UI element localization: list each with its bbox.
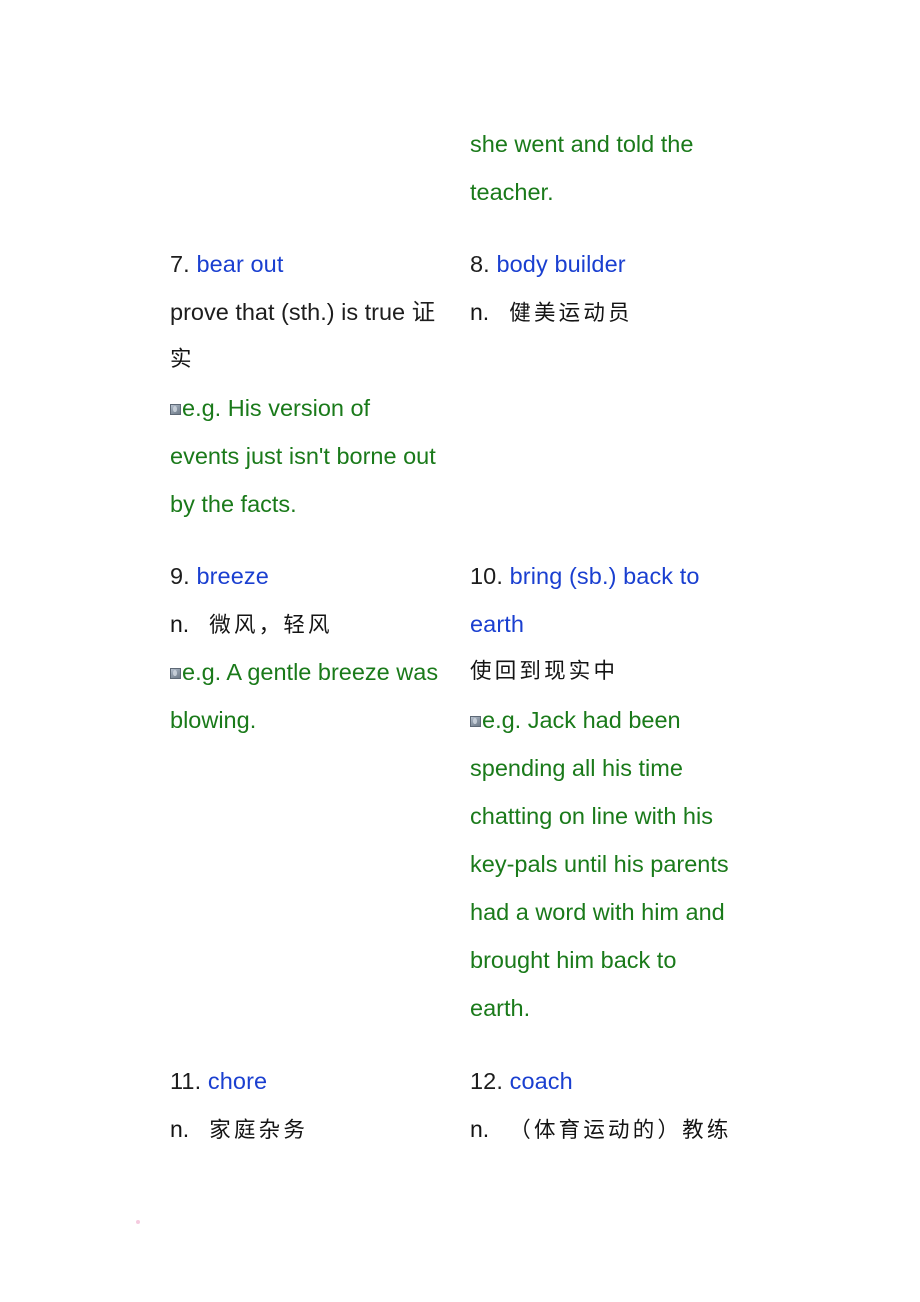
entry-10-definition-line-1: 使回到现实中 xyxy=(470,659,619,684)
entry-12-headword-line: 12. coach xyxy=(470,1057,760,1105)
entry-9: 9. breeze n. 微风，轻风 e.g. A gentle breeze … xyxy=(170,552,460,744)
entry-12-number: 12. xyxy=(470,1068,503,1094)
continuation-block: she went and told the teacher. xyxy=(470,120,760,216)
entry-10-example-line-7: earth. xyxy=(470,995,531,1021)
glossary-page: 7. bear out prove that (sth.) is true 证 … xyxy=(0,0,920,1302)
entry-8-headword-line: 8. body builder xyxy=(470,240,760,288)
entry-7-example-text-1: e.g. His version of xyxy=(182,395,371,421)
entry-7-example-line-2: events just isn't borne out xyxy=(170,443,436,469)
entry-11-headword[interactable]: chore xyxy=(208,1068,267,1094)
entry-11-definition-line-1: n. 家庭杂务 xyxy=(170,1105,460,1153)
entry-9-number: 9. xyxy=(170,563,190,589)
entry-9-headword[interactable]: breeze xyxy=(196,563,268,589)
entry-8-definition-line-1: n. 健美运动员 xyxy=(470,288,760,336)
entry-10-example-line-2: spending all his time xyxy=(470,755,683,781)
entry-7-headword-line: 7. bear out xyxy=(170,240,460,288)
entry-9-example-text-1: e.g. A gentle breeze was xyxy=(182,659,439,685)
entry-7-definition-line-1: prove that (sth.) is true 证 xyxy=(170,299,436,325)
entry-10-headword-part-2[interactable]: earth xyxy=(470,611,524,637)
entry-10-example-line-4: key-pals until his parents xyxy=(470,851,729,877)
entry-8-number: 8. xyxy=(470,251,490,277)
part-of-speech: n. xyxy=(170,1116,190,1142)
entry-9-definition-line-1: n. 微风，轻风 xyxy=(170,600,460,648)
entry-12-definition-line-1: n. （体育运动的）教练 xyxy=(470,1105,760,1153)
continuation-line-1: she went and told the xyxy=(470,131,694,157)
chinese-gloss: 微风，轻风 xyxy=(189,613,333,638)
entry-10-example-text-1: e.g. Jack had been xyxy=(482,707,681,733)
entry-10-headword-line-1: 10. bring (sb.) back to xyxy=(470,552,760,600)
entry-10-example-line-3: chatting on line with his xyxy=(470,803,713,829)
entry-11-headword-line: 11. chore xyxy=(170,1057,460,1105)
entry-10-example-line-5: had a word with him and xyxy=(470,899,725,925)
entry-10-headword-line-2: earth xyxy=(470,600,760,648)
entry-10: 10. bring (sb.) back to earth 使回到现实中 e.g… xyxy=(470,552,760,1032)
entry-9-headword-line: 9. breeze xyxy=(170,552,460,600)
eg-bullet-icon xyxy=(170,668,181,679)
entry-12: 12. coach n. （体育运动的）教练 xyxy=(470,1057,760,1153)
entry-7: 7. bear out prove that (sth.) is true 证 … xyxy=(170,240,460,528)
entry-7-definition-line-2: 实 xyxy=(170,347,195,372)
entry-9-example-line-2: blowing. xyxy=(170,707,257,733)
entry-7-number: 7. xyxy=(170,251,190,277)
entry-11-number: 11. xyxy=(170,1068,202,1094)
entry-7-example-line-1: e.g. His version of xyxy=(170,384,460,432)
chinese-gloss: 健美运动员 xyxy=(489,301,633,326)
entry-12-headword[interactable]: coach xyxy=(510,1068,573,1094)
entry-10-number: 10. xyxy=(470,563,503,589)
entry-8: 8. body builder n. 健美运动员 xyxy=(470,240,760,336)
scan-speck xyxy=(136,1220,140,1224)
entry-10-example-line-1: e.g. Jack had been xyxy=(470,696,760,744)
entry-7-example-line-3: by the facts. xyxy=(170,491,297,517)
part-of-speech: n. xyxy=(470,1116,490,1142)
entry-10-headword-part-1[interactable]: bring (sb.) back to xyxy=(510,563,700,589)
part-of-speech: n. xyxy=(170,611,190,637)
entry-9-example-line-1: e.g. A gentle breeze was xyxy=(170,648,460,696)
eg-bullet-icon xyxy=(470,716,481,727)
continuation-line-2: teacher. xyxy=(470,179,554,205)
entry-11: 11. chore n. 家庭杂务 xyxy=(170,1057,460,1153)
chinese-gloss: 家庭杂务 xyxy=(189,1118,309,1143)
entry-8-headword[interactable]: body builder xyxy=(496,251,625,277)
chinese-gloss: （体育运动的）教练 xyxy=(489,1118,732,1143)
entry-7-headword[interactable]: bear out xyxy=(196,251,283,277)
entry-10-example-line-6: brought him back to xyxy=(470,947,677,973)
part-of-speech: n. xyxy=(470,299,490,325)
eg-bullet-icon xyxy=(170,404,181,415)
